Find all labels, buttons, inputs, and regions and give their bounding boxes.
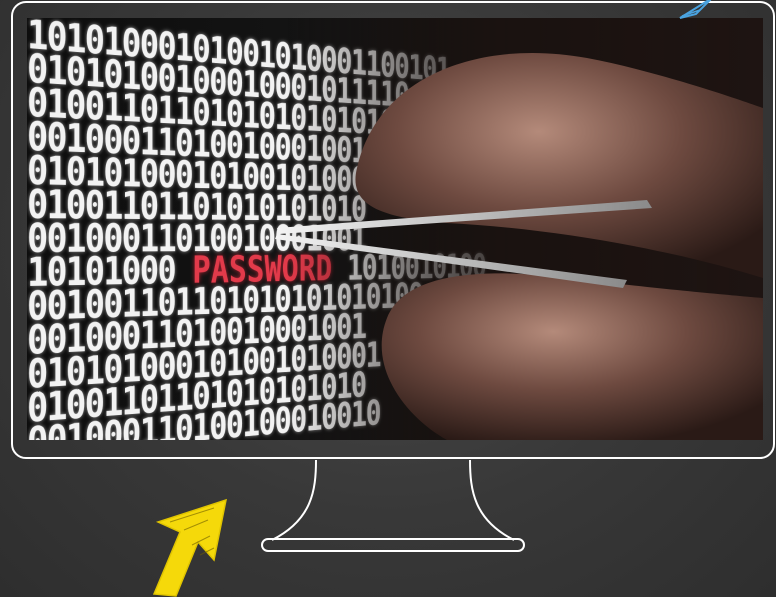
monitor-bezel [11, 1, 775, 459]
hand-drawn-arrow-icon [152, 498, 227, 597]
monitor-stand-neck [271, 459, 515, 541]
monitor-stand-base [261, 538, 525, 552]
monitor-illustration [11, 0, 775, 597]
slide-canvas: 10101000101001010001100101 01010100100010… [0, 0, 776, 597]
